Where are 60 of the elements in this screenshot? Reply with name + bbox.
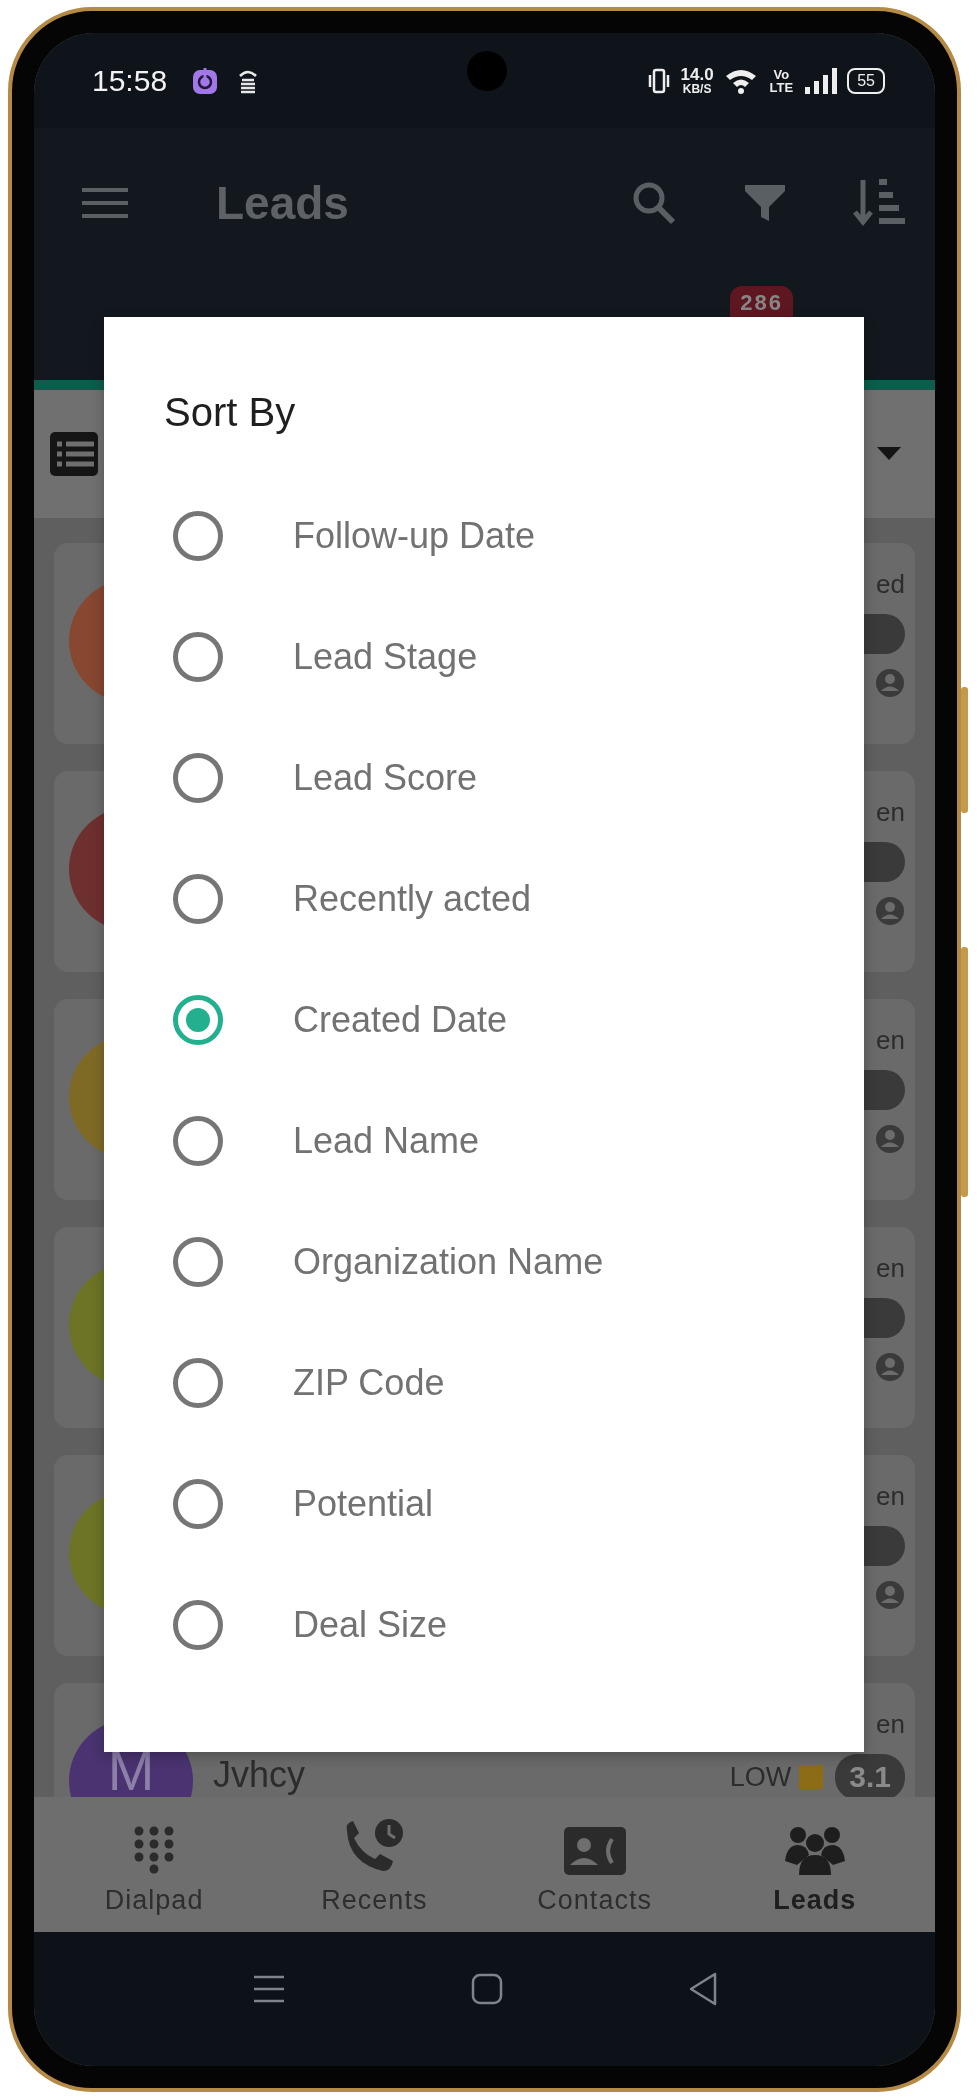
sort-option[interactable]: Lead Score <box>293 756 478 799</box>
radio-button[interactable] <box>173 994 223 1045</box>
home-icon[interactable] <box>470 1973 503 2005</box>
sort-option[interactable]: Deal Size <box>293 1603 448 1646</box>
sort-icon[interactable] <box>853 178 905 228</box>
speed-unit: KB/S <box>682 83 712 95</box>
radio-button[interactable] <box>173 873 223 924</box>
lead-status: en <box>876 797 905 828</box>
nav-tab[interactable]: Recents <box>264 1797 485 1932</box>
person-icon <box>875 1124 905 1154</box>
sort-option[interactable]: Lead Name <box>293 1119 480 1162</box>
radio-button[interactable] <box>173 1236 223 1287</box>
radio-button[interactable] <box>173 1115 223 1166</box>
nav-tab[interactable]: Leads <box>704 1797 925 1932</box>
radio-button[interactable] <box>173 1599 223 1650</box>
dialog-title: Sort By <box>164 389 297 435</box>
network-speed: 14.0 <box>680 66 714 83</box>
radio-button[interactable] <box>173 1357 223 1408</box>
sort-option[interactable]: Potential <box>293 1482 434 1525</box>
app-notification-icon <box>191 65 220 96</box>
radio-button[interactable] <box>173 631 223 682</box>
person-icon <box>875 1352 905 1382</box>
nav-tab[interactable]: Dialpad <box>44 1797 265 1932</box>
person-icon <box>875 896 905 926</box>
lead-status: en <box>876 1709 905 1740</box>
signal-icon <box>803 66 838 95</box>
sort-option[interactable]: Created Date <box>293 998 508 1041</box>
menu-icon[interactable] <box>80 186 130 220</box>
list-view-icon[interactable] <box>50 430 98 478</box>
radio-button[interactable] <box>173 1478 223 1529</box>
sort-option[interactable]: Organization Name <box>293 1240 604 1283</box>
contact-card-icon <box>563 1827 626 1875</box>
lead-name: Jvhcy <box>213 1755 306 1795</box>
back-icon[interactable] <box>687 1972 718 2006</box>
sort-option[interactable]: Lead Stage <box>293 635 478 678</box>
battery-indicator: 55 <box>847 67 885 94</box>
lead-status: en <box>876 1025 905 1056</box>
sort-option[interactable]: Follow-up Date <box>293 514 536 557</box>
person-icon <box>875 668 905 698</box>
lte-label: LTE <box>769 80 794 94</box>
volte-label: Vo <box>773 67 790 81</box>
person-icon <box>875 1580 905 1610</box>
nav-tab[interactable]: Contacts <box>484 1797 705 1932</box>
score-badge: 3.1 <box>835 1754 905 1797</box>
vibrate-icon <box>646 66 671 95</box>
status-time: 15:58 <box>92 63 168 98</box>
radio-button[interactable] <box>173 510 223 561</box>
lead-status: en <box>876 1481 905 1512</box>
lead-status: en <box>876 1253 905 1284</box>
priority-label: LOW <box>729 1761 792 1793</box>
search-icon[interactable] <box>631 180 677 226</box>
recent-apps-icon[interactable] <box>251 1974 286 2004</box>
people-group-icon <box>784 1825 845 1875</box>
dropdown-caret-icon[interactable] <box>877 447 901 461</box>
radio-button[interactable] <box>173 752 223 803</box>
sort-option[interactable]: ZIP Code <box>293 1361 445 1404</box>
screen-title: Leads <box>216 176 349 230</box>
sort-option[interactable]: Recently acted <box>293 877 532 920</box>
lead-status: ed <box>876 569 905 600</box>
camera-hole <box>467 51 507 91</box>
